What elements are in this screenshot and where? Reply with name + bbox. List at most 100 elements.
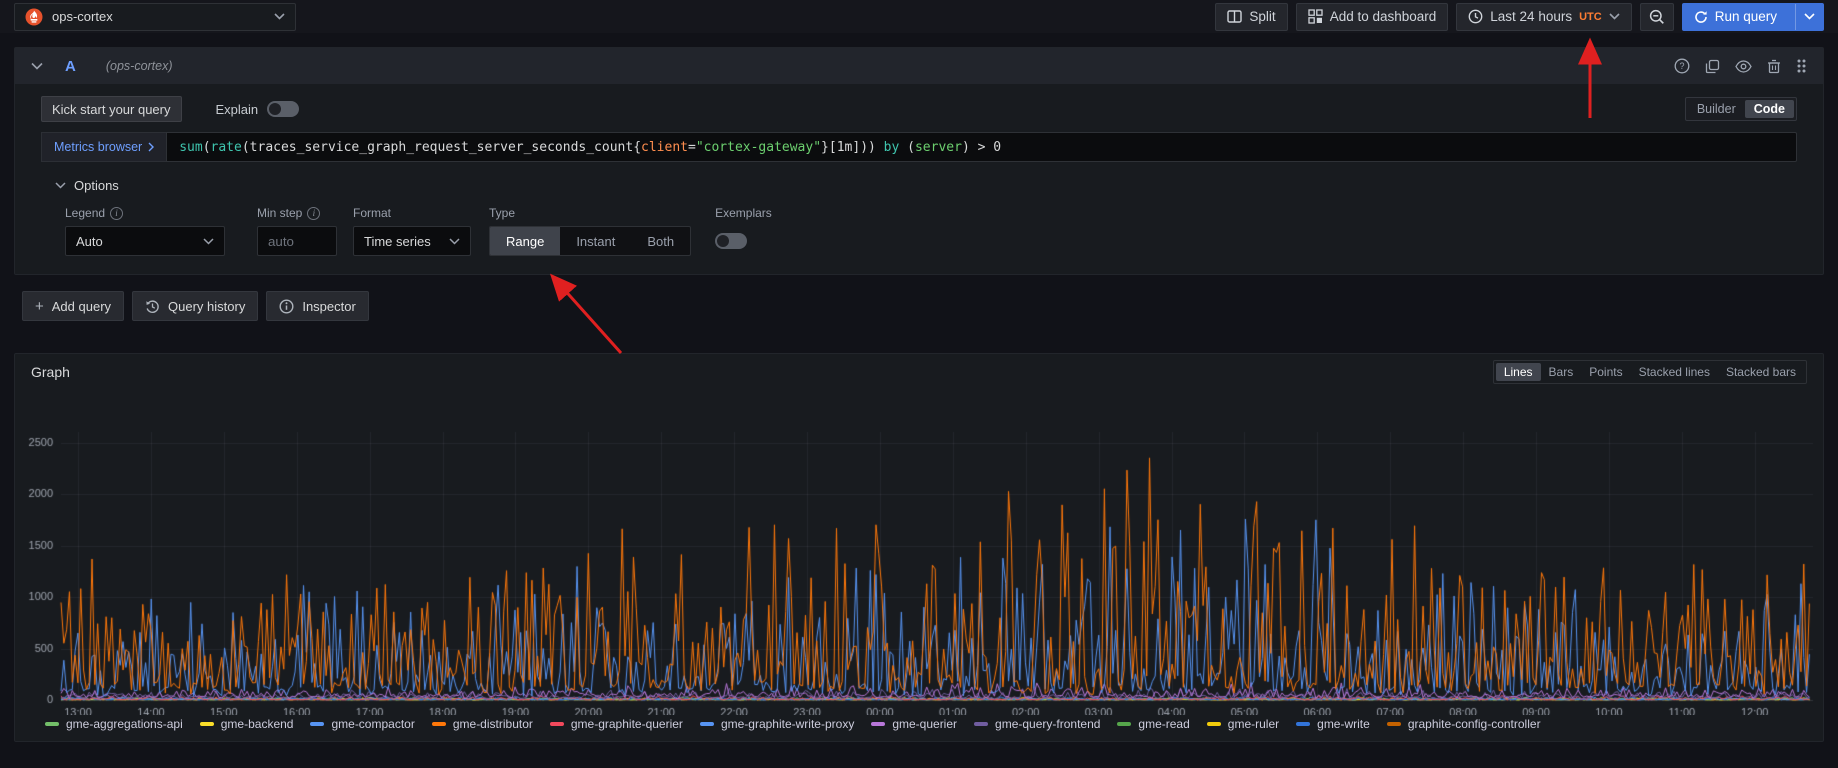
min-step-field-label: Min step bbox=[257, 206, 302, 220]
zoom-out-button[interactable] bbox=[1640, 3, 1674, 31]
exemplars-toggle[interactable] bbox=[715, 233, 747, 249]
time-range-picker[interactable]: Last 24 hours UTC bbox=[1456, 3, 1631, 31]
legend-item[interactable]: gme-backend bbox=[200, 717, 294, 731]
legend-series-name: gme-write bbox=[1317, 717, 1370, 731]
min-step-input[interactable] bbox=[257, 226, 337, 256]
timeseries-chart[interactable] bbox=[15, 390, 1825, 715]
legend-swatch bbox=[1387, 722, 1401, 726]
legend-item[interactable]: gme-graphite-write-proxy bbox=[700, 717, 854, 731]
datasource-picker[interactable]: ops-cortex bbox=[14, 3, 296, 31]
query-token: ) bbox=[962, 140, 970, 155]
legend-item[interactable]: gme-ruler bbox=[1207, 717, 1279, 731]
chevron-down-icon bbox=[203, 238, 214, 245]
query-token: "cortex-gateway" bbox=[696, 140, 821, 155]
exemplars-field-label: Exemplars bbox=[715, 206, 772, 220]
legend-item[interactable]: gme-read bbox=[1117, 717, 1189, 731]
add-query-button[interactable]: + Add query bbox=[22, 291, 124, 321]
query-token: client bbox=[641, 140, 688, 155]
chevron-right-icon bbox=[148, 142, 154, 152]
query-editor-panel: A (ops-cortex) ? Kick start your query E… bbox=[14, 47, 1824, 275]
format-select[interactable]: Time series bbox=[353, 226, 471, 256]
run-query-caret[interactable] bbox=[1795, 4, 1823, 30]
legend-item[interactable]: gme-querier bbox=[871, 717, 957, 731]
inspector-button[interactable]: Inspector bbox=[266, 291, 368, 321]
query-token: > 0 bbox=[970, 140, 1001, 155]
kick-start-query-button[interactable]: Kick start your query bbox=[41, 96, 182, 122]
query-token: sum bbox=[179, 140, 202, 155]
legend-series-name: gme-query-frontend bbox=[995, 717, 1100, 731]
options-section-toggle[interactable]: Options bbox=[55, 178, 1797, 193]
legend-series-name: gme-querier bbox=[892, 717, 957, 731]
legend-series-name: gme-read bbox=[1138, 717, 1189, 731]
legend-swatch bbox=[1296, 722, 1310, 726]
query-type-radio-group: RangeInstantBoth bbox=[489, 226, 691, 256]
legend-swatch bbox=[700, 722, 714, 726]
graph-style-bars[interactable]: Bars bbox=[1541, 363, 1582, 381]
query-datasource-hint: (ops-cortex) bbox=[106, 59, 173, 73]
legend-swatch bbox=[1117, 722, 1131, 726]
metrics-browser-button[interactable]: Metrics browser bbox=[41, 132, 166, 162]
legend-item[interactable]: gme-aggregations-api bbox=[45, 717, 183, 731]
editor-mode-code[interactable]: Code bbox=[1745, 100, 1794, 118]
query-token: { bbox=[633, 140, 641, 155]
drag-handle-icon[interactable] bbox=[1796, 58, 1807, 74]
add-query-label: Add query bbox=[52, 299, 111, 314]
legend-item[interactable]: graphite-config-controller bbox=[1387, 717, 1541, 731]
legend-series-name: gme-aggregations-api bbox=[66, 717, 183, 731]
legend-series-name: gme-graphite-querier bbox=[571, 717, 683, 731]
secondary-actions: + Add query Query history Inspector bbox=[22, 291, 1838, 321]
query-ref-id: A bbox=[65, 58, 76, 75]
plus-icon: + bbox=[35, 299, 44, 314]
remove-query-trash-icon[interactable] bbox=[1767, 59, 1781, 74]
promql-query-input[interactable]: sum(rate(traces_service_graph_request_se… bbox=[166, 132, 1797, 162]
legend-item[interactable]: gme-distributor bbox=[432, 717, 533, 731]
query-type-instant[interactable]: Instant bbox=[560, 227, 631, 255]
timezone-label: UTC bbox=[1579, 11, 1602, 23]
time-range-label: Last 24 hours bbox=[1490, 9, 1572, 24]
legend-item[interactable]: gme-write bbox=[1296, 717, 1370, 731]
legend-item[interactable]: gme-compactor bbox=[310, 717, 414, 731]
collapse-chevron-icon[interactable] bbox=[31, 62, 43, 70]
graph-style-points[interactable]: Points bbox=[1581, 363, 1630, 381]
query-history-button[interactable]: Query history bbox=[132, 291, 258, 321]
query-token bbox=[876, 140, 884, 155]
graph-style-lines[interactable]: Lines bbox=[1496, 363, 1541, 381]
query-token: server bbox=[915, 140, 962, 155]
graph-style-stacked-bars[interactable]: Stacked bars bbox=[1718, 363, 1804, 381]
explain-label: Explain bbox=[216, 102, 259, 117]
duplicate-query-icon[interactable] bbox=[1705, 59, 1720, 74]
chart-legend: gme-aggregations-api gme-backend gme-compa… bbox=[15, 715, 1823, 741]
editor-mode-builder[interactable]: Builder bbox=[1688, 100, 1745, 118]
inspector-label: Inspector bbox=[302, 299, 355, 314]
metrics-browser-label: Metrics browser bbox=[54, 140, 142, 154]
kick-start-label: Kick start your query bbox=[52, 102, 171, 117]
explore-toolbar: ops-cortex Split Add to dashboard Last 2… bbox=[0, 0, 1838, 33]
query-type-range[interactable]: Range bbox=[490, 227, 560, 255]
run-query-main[interactable]: Run query bbox=[1683, 4, 1788, 30]
split-button[interactable]: Split bbox=[1215, 3, 1287, 31]
help-icon[interactable]: ? bbox=[1674, 58, 1690, 74]
graph-style-switch: LinesBarsPointsStacked linesStacked bars bbox=[1493, 360, 1807, 384]
add-to-dashboard-button[interactable]: Add to dashboard bbox=[1296, 3, 1449, 31]
info-circle-icon bbox=[279, 299, 294, 314]
editor-mode-switch: BuilderCode bbox=[1685, 97, 1797, 121]
hide-response-eye-icon[interactable] bbox=[1735, 60, 1752, 73]
legend-item[interactable]: gme-query-frontend bbox=[974, 717, 1100, 731]
collapse-chevron-icon bbox=[55, 182, 66, 189]
legend-select[interactable]: Auto bbox=[65, 226, 225, 256]
legend-series-name: gme-backend bbox=[221, 717, 294, 731]
run-query-label: Run query bbox=[1715, 9, 1777, 24]
legend-series-name: gme-compactor bbox=[331, 717, 414, 731]
graph-style-stacked-lines[interactable]: Stacked lines bbox=[1631, 363, 1718, 381]
run-query-button[interactable]: Run query bbox=[1682, 3, 1824, 31]
history-icon bbox=[145, 299, 160, 314]
legend-swatch bbox=[200, 722, 214, 726]
prometheus-icon bbox=[25, 8, 43, 26]
query-type-both[interactable]: Both bbox=[631, 227, 690, 255]
query-row-header[interactable]: A (ops-cortex) ? bbox=[15, 48, 1823, 84]
chevron-down-icon bbox=[1804, 13, 1815, 20]
legend-item[interactable]: gme-graphite-querier bbox=[550, 717, 683, 731]
query-token: by bbox=[884, 140, 900, 155]
legend-swatch bbox=[550, 722, 564, 726]
explain-toggle[interactable] bbox=[267, 101, 299, 117]
